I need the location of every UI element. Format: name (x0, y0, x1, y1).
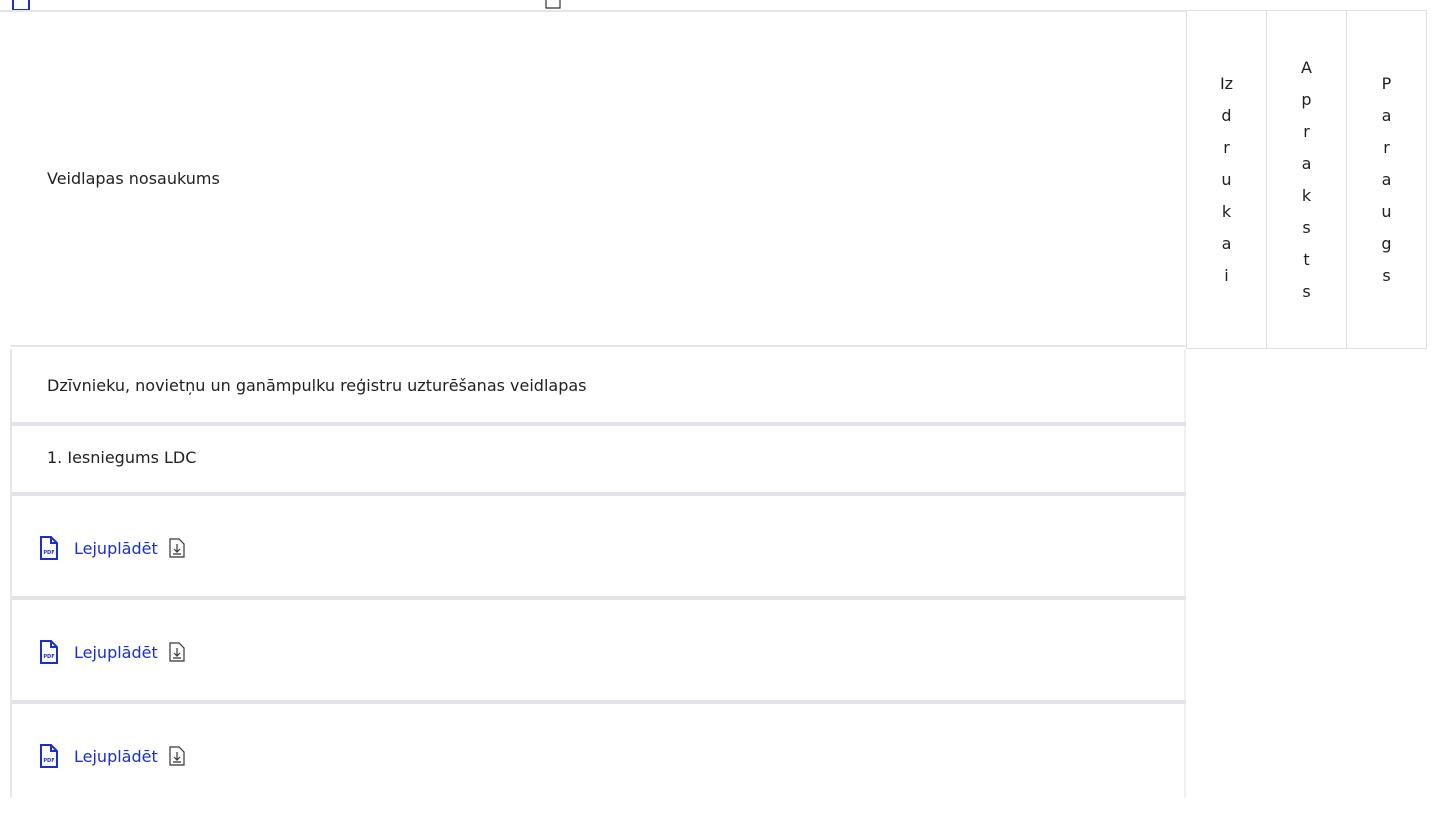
svg-text:PDF: PDF (43, 654, 54, 660)
section-row: Dzīvnieku, novietņu un ganāmpulku reģist… (10, 349, 1186, 426)
download-icon[interactable] (168, 745, 186, 767)
column-header-print: Izdrukai (1186, 10, 1267, 349)
download-link[interactable]: PDF Lejuplādēt (39, 535, 186, 561)
column-header-label: Apraksts (1301, 57, 1312, 301)
svg-text:PDF: PDF (43, 550, 54, 556)
download-link-label[interactable]: Lejuplādēt (74, 747, 158, 766)
column-header-label: Paraugs (1381, 73, 1392, 285)
column-header-description: Apraksts (1267, 10, 1347, 349)
pdf-icon: PDF (39, 743, 59, 769)
download-link[interactable]: PDF Lejuplādēt (39, 743, 186, 769)
file-row: PDF Lejuplādēt (10, 704, 1186, 824)
download-link-label[interactable]: Lejuplādēt (74, 643, 158, 662)
download-link[interactable]: PDF Lejuplādēt (39, 639, 186, 665)
download-icon[interactable] (168, 537, 186, 559)
form-row: 1. Iesniegums LDC (10, 426, 1186, 496)
svg-text:PDF: PDF (43, 758, 54, 764)
pdf-icon: PDF (39, 535, 59, 561)
column-header-label: Izdrukai (1219, 73, 1234, 285)
table-body: Dzīvnieku, novietņu un ganāmpulku reģist… (10, 349, 1186, 824)
column-header-label: Veidlapas nosaukums (47, 168, 220, 188)
column-header-form-name: Veidlapas nosaukums (10, 10, 1185, 347)
download-link-label[interactable]: Lejuplādēt (74, 539, 158, 558)
file-row: PDF Lejuplādēt (10, 496, 1186, 600)
table-header: Veidlapas nosaukums Izdrukai Apraksts Pa… (10, 10, 1427, 349)
pdf-icon: PDF (39, 639, 59, 665)
download-icon[interactable] (168, 641, 186, 663)
download-icon[interactable] (544, 0, 562, 9)
column-header-sample: Paraugs (1347, 10, 1427, 349)
form-title: 1. Iesniegums LDC (47, 448, 197, 467)
file-row: PDF Lejuplādēt (10, 600, 1186, 704)
section-title: Dzīvnieku, novietņu un ganāmpulku reģist… (47, 376, 587, 395)
